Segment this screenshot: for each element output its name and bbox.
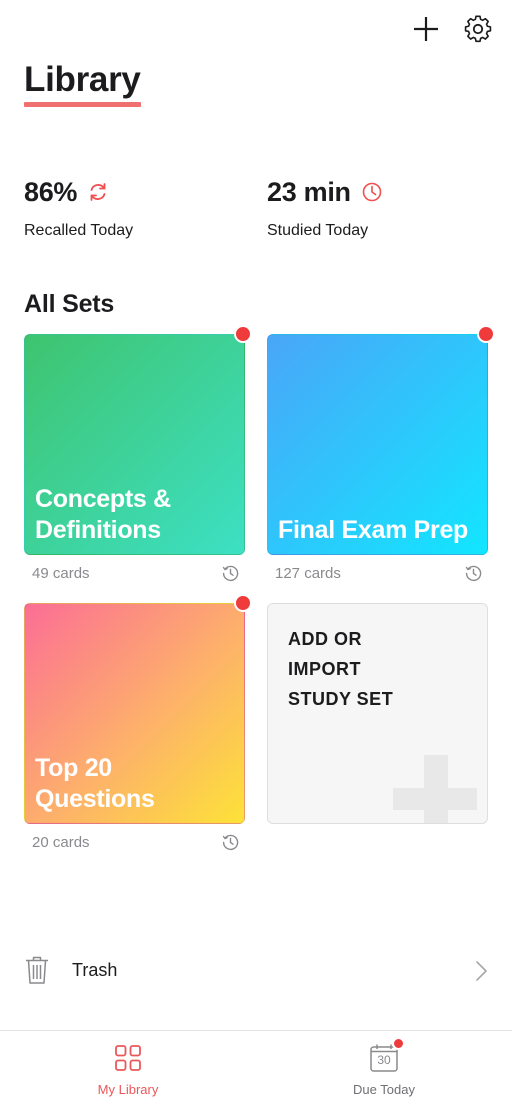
card-title: Concepts & Definitions <box>35 485 171 544</box>
add-card-label: ADD OR IMPORT STUDY SET <box>288 624 393 714</box>
trash-row[interactable]: Trash <box>0 946 512 996</box>
history-clock-icon <box>221 564 239 582</box>
stat-studied-value: 23 min <box>267 176 351 207</box>
calendar-icon: 30 <box>369 1037 405 1073</box>
tab-label: My Library <box>97 1082 159 1097</box>
notification-badge <box>234 325 252 343</box>
history-clock-icon <box>221 833 239 851</box>
tab-label: Due Today <box>353 1082 415 1097</box>
notification-badge <box>392 1037 405 1050</box>
study-set-card[interactable]: Top 20 Questions <box>24 594 252 824</box>
history-clock-icon <box>464 564 482 582</box>
calendar-day-number: 30 <box>377 1053 391 1067</box>
card-background: Concepts & Definitions <box>24 334 245 555</box>
card-background: Top 20 Questions <box>24 603 245 824</box>
study-set-card[interactable]: Concepts & Definitions <box>24 325 252 555</box>
add-button[interactable] <box>409 12 443 46</box>
tab-bar: My Library 30 Due Today <box>0 1030 512 1108</box>
card-count: 49 cards <box>32 564 90 582</box>
section-title-all-sets: All Sets <box>24 290 115 318</box>
settings-button[interactable] <box>461 12 495 46</box>
gear-icon <box>464 15 492 43</box>
top-bar <box>0 0 512 60</box>
notification-badge <box>234 594 252 612</box>
add-card-label-line: STUDY SET <box>288 689 394 709</box>
notification-badge <box>477 325 495 343</box>
stats-row: 86% Recalled Today 23 min Studied Today <box>0 172 512 252</box>
card-title: Top 20 Questions <box>35 754 155 813</box>
stat-recalled: 86% Recalled Today <box>24 172 133 240</box>
card-count: 20 cards <box>32 833 90 851</box>
plus-watermark-icon <box>393 755 477 823</box>
study-set-card[interactable]: Final Exam Prep <box>267 325 495 555</box>
card-title: Final Exam Prep <box>278 516 469 544</box>
add-study-set-card[interactable]: ADD OR IMPORT STUDY SET <box>267 603 488 824</box>
stat-studied-label: Studied Today <box>267 222 369 239</box>
add-card-label-line: IMPORT <box>288 659 361 679</box>
stat-recalled-label: Recalled Today <box>24 222 134 239</box>
page-title: Library <box>24 60 141 99</box>
card-count: 127 cards <box>275 564 341 582</box>
page-title-block: Library <box>24 58 141 107</box>
title-underline <box>24 102 141 107</box>
plus-icon <box>414 17 438 41</box>
add-card-label-line: ADD OR <box>288 629 362 649</box>
trash-icon <box>26 956 48 984</box>
refresh-icon <box>87 181 109 203</box>
card-background: ADD OR IMPORT STUDY SET <box>267 603 488 824</box>
tab-my-library[interactable]: My Library <box>0 1031 256 1108</box>
card-meta: 49 cards <box>24 562 245 584</box>
card-background: Final Exam Prep <box>267 334 488 555</box>
chevron-right-icon <box>476 961 487 981</box>
stat-recalled-value: 86% <box>24 176 78 207</box>
trash-label: Trash <box>72 960 118 980</box>
card-meta: 127 cards <box>267 562 488 584</box>
clock-icon <box>361 181 383 203</box>
grid-icon <box>115 1045 141 1071</box>
tab-due-today[interactable]: 30 Due Today <box>256 1031 512 1108</box>
card-meta: 20 cards <box>24 831 245 853</box>
stat-studied: 23 min Studied Today <box>267 172 383 240</box>
